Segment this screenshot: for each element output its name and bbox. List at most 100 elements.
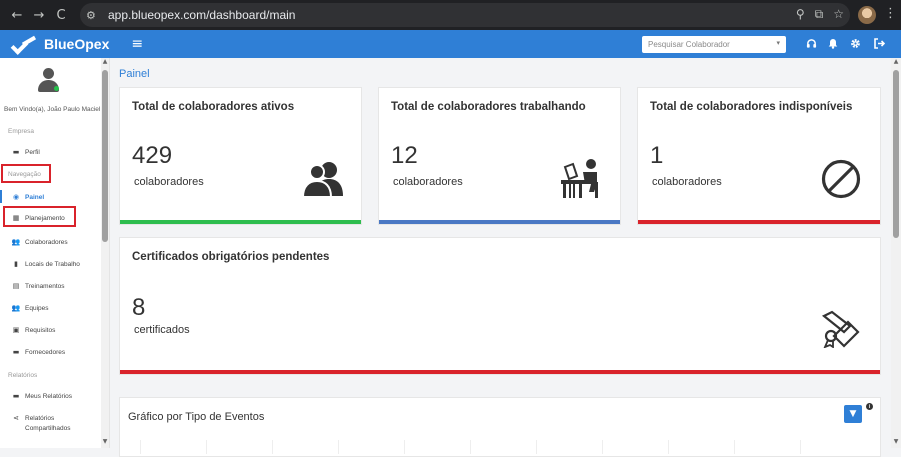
card-unit: colaboradores — [134, 176, 204, 188]
sidebar-scrollbar[interactable]: ▲ ▼ — [101, 58, 109, 448]
menu-toggle-icon[interactable]: ≡ — [131, 36, 143, 52]
page-scrollbar[interactable]: ▲ ▼ — [891, 58, 901, 448]
back-icon[interactable]: ← — [8, 6, 26, 24]
scroll-down-icon[interactable]: ▼ — [101, 438, 109, 445]
sidebar-item-label: Perfil — [25, 148, 40, 156]
printer-icon: ▬ — [12, 392, 20, 400]
sidebar-item-requisitos[interactable]: ▣ Requisitos — [11, 326, 56, 334]
sidebar-item-label: Fornecedores — [25, 348, 66, 356]
section-empresa: Empresa — [8, 128, 35, 135]
sidebar-item-equipes[interactable]: 👥 Equipes — [11, 304, 49, 312]
online-status-dot — [54, 86, 59, 91]
headset-icon[interactable] — [806, 38, 817, 49]
share-icon: ⋖ — [13, 414, 19, 422]
card-value: 8 — [132, 294, 146, 321]
highlight-navegacao — [1, 164, 51, 183]
briefcase-icon: ▬ — [12, 348, 20, 356]
dashboard-icon: ◉ — [12, 193, 20, 201]
sidebar-item-label: Meus Relatórios — [25, 392, 72, 400]
scrollbar-thumb[interactable] — [102, 70, 108, 242]
certificate-icon — [821, 310, 860, 348]
gear-icon[interactable] — [850, 38, 861, 49]
address-bar[interactable]: ⚙ app.blueopex.com/dashboard/main ⚲ ⧉ ☆ — [80, 3, 850, 27]
logo-check-icon — [12, 37, 38, 51]
grid-line — [338, 440, 339, 454]
browser-menu-icon[interactable]: ⋮ — [884, 6, 897, 21]
card-title: Total de colaboradores indisponíveis — [650, 101, 853, 113]
sidebar-item-perfil[interactable]: ▬ Perfil — [11, 148, 40, 156]
sidebar-item-label: Painel — [25, 193, 45, 201]
grid-line — [734, 440, 735, 454]
sidebar-item-label-line2: Compartilhados — [25, 425, 71, 432]
card-title: Total de colaboradores trabalhando — [391, 101, 586, 113]
ban-icon — [821, 159, 861, 199]
sidebar-item-label: Treinamentos — [25, 282, 65, 290]
user-avatar[interactable] — [36, 68, 60, 92]
scroll-down-icon[interactable]: ▼ — [891, 438, 901, 445]
sidebar-item-colaboradores[interactable]: 👥 Colaboradores — [11, 238, 68, 246]
brand-logo[interactable]: BlueOpex — [12, 36, 109, 52]
install-icon[interactable]: ⧉ — [815, 7, 824, 22]
chart-title: Gráfico por Tipo de Eventos — [128, 411, 265, 423]
profile-avatar-icon[interactable] — [858, 6, 876, 24]
bookmark-star-icon[interactable]: ☆ — [833, 7, 844, 22]
card-color-bar — [379, 220, 620, 224]
reload-icon[interactable]: C — [52, 6, 70, 24]
briefcase-icon: ▬ — [12, 148, 20, 156]
welcome-text: Bem Vindo(a), João Paulo Maciel — [4, 106, 101, 113]
grid-line — [536, 440, 537, 454]
card-colaboradores-ativos[interactable]: Total de colaboradores ativos 429 colabo… — [119, 87, 362, 225]
card-colaboradores-trabalhando[interactable]: Total de colaboradores trabalhando 12 co… — [378, 87, 621, 225]
sidebar-item-painel[interactable]: ◉ Painel — [11, 193, 44, 201]
browser-toolbar: ← → C ⚙ app.blueopex.com/dashboard/main … — [0, 0, 901, 30]
brand-name: BlueOpex — [44, 36, 110, 52]
grid-line — [800, 440, 801, 454]
grid-line — [272, 440, 273, 454]
site-settings-icon[interactable]: ⚙ — [86, 9, 102, 22]
card-color-bar — [120, 220, 361, 224]
search-placeholder: Pesquisar Colaborador — [648, 40, 730, 49]
scroll-up-icon[interactable]: ▲ — [891, 58, 901, 65]
chevron-down-icon: ▾ — [776, 40, 780, 47]
scroll-up-icon[interactable]: ▲ — [101, 58, 109, 65]
sidebar-item-locais-de-trabalho[interactable]: ▮ Locais de Trabalho — [11, 260, 80, 268]
section-relatorios: Relatórios — [8, 372, 38, 379]
users-icon — [302, 162, 343, 198]
card-unit: colaboradores — [652, 176, 722, 188]
sidebar-item-treinamentos[interactable]: ▤ Treinamentos — [11, 282, 65, 290]
card-unit: colaboradores — [393, 176, 463, 188]
search-colaborador-select[interactable]: Pesquisar Colaborador ▾ — [642, 36, 786, 53]
bell-icon[interactable] — [828, 38, 838, 49]
grid-line — [404, 440, 405, 454]
grid-line — [470, 440, 471, 454]
card-certificados-pendentes[interactable]: Certificados obrigatórios pendentes 8 ce… — [119, 237, 881, 375]
building-icon: ▮ — [14, 260, 18, 268]
app-header: BlueOpex ≡ Pesquisar Colaborador ▾ — [0, 30, 901, 58]
sidebar-item-relatorios-compartilhados[interactable]: ⋖ Relatórios Compartilhados — [11, 414, 71, 434]
main-content: Painel Total de colaboradores ativos 429… — [111, 58, 891, 457]
sidebar-item-label: Requisitos — [25, 326, 56, 334]
team-icon: 👥 — [11, 304, 21, 312]
chart-card: Gráfico por Tipo de Eventos ▼ i — [119, 397, 881, 457]
zoom-icon[interactable]: ⚲ — [796, 7, 805, 22]
logout-icon[interactable] — [873, 38, 885, 49]
scrollbar-thumb[interactable] — [893, 70, 899, 238]
worker-at-desk-icon — [561, 159, 598, 198]
card-unit: certificados — [134, 324, 190, 336]
grid-line — [206, 440, 207, 454]
filter-button[interactable]: ▼ — [844, 405, 862, 423]
grid-line — [140, 440, 141, 454]
sidebar-item-meus-relatorios[interactable]: ▬ Meus Relatórios — [11, 392, 72, 400]
sidebar: Bem Vindo(a), João Paulo Maciel Empresa … — [0, 58, 110, 448]
forward-icon[interactable]: → — [30, 6, 48, 24]
sidebar-item-fornecedores[interactable]: ▬ Fornecedores — [11, 348, 65, 356]
card-value: 12 — [391, 142, 418, 169]
grid-line — [668, 440, 669, 454]
info-icon[interactable]: i — [866, 403, 873, 410]
sidebar-item-label: Locais de Trabalho — [25, 260, 80, 268]
checkbox-icon: ▣ — [12, 326, 20, 334]
sidebar-item-label: Equipes — [25, 304, 49, 312]
grid-line — [602, 440, 603, 454]
card-colaboradores-indisponiveis[interactable]: Total de colaboradores indisponíveis 1 c… — [637, 87, 881, 225]
url-text[interactable]: app.blueopex.com/dashboard/main — [108, 8, 295, 22]
